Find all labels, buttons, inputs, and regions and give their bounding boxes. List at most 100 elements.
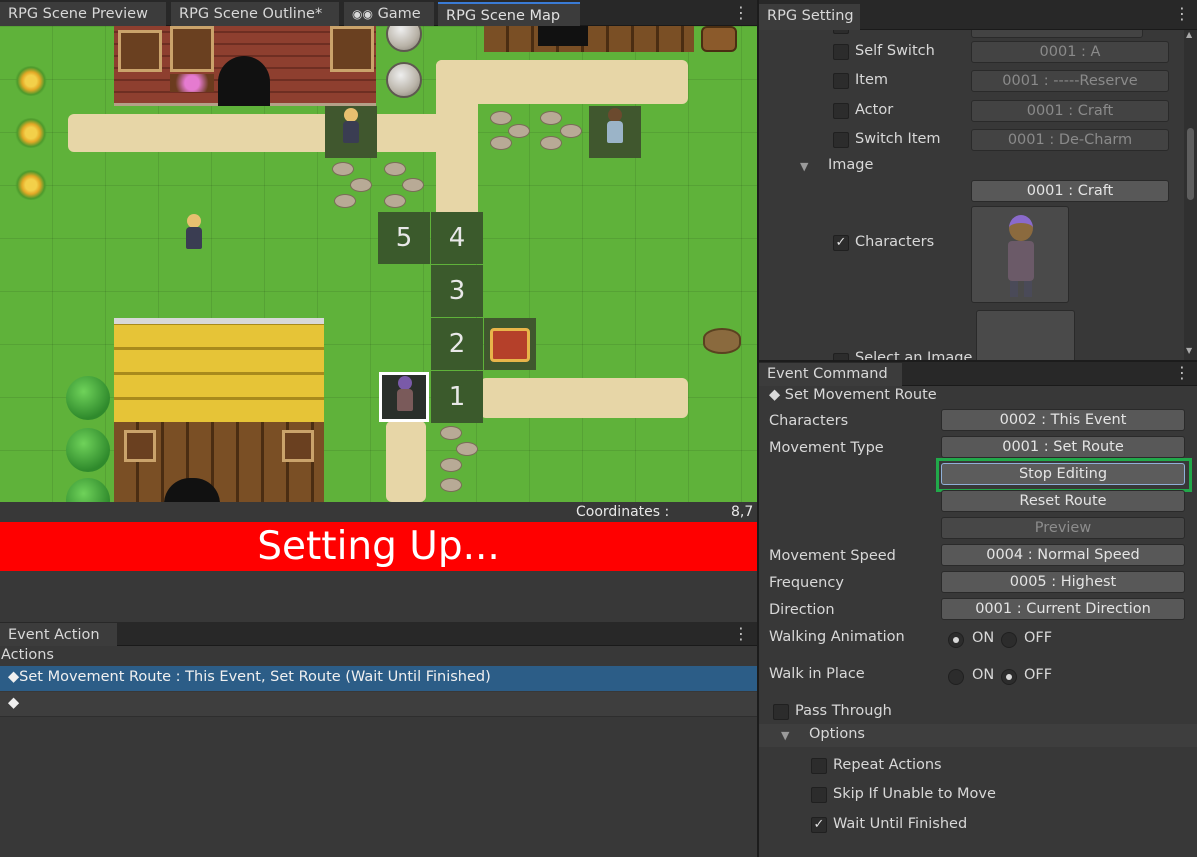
walking-animation-off-label: OFF (1024, 630, 1053, 646)
item-checkbox[interactable] (833, 73, 849, 89)
green-bush (66, 376, 110, 420)
flower-bush (14, 170, 48, 200)
route-step-3: 3 (431, 265, 483, 317)
rock (402, 178, 424, 192)
actor-field[interactable]: 0001 : Craft (971, 100, 1169, 122)
empty-image-slot[interactable] (976, 310, 1075, 360)
building-doorway (538, 26, 588, 46)
wait-until-finished-label: Wait Until Finished (833, 816, 968, 832)
more-options-icon[interactable]: ⋮ (1174, 363, 1190, 382)
repeat-actions-checkbox[interactable] (811, 758, 827, 774)
options-collapse-arrow-icon[interactable]: ▼ (781, 729, 789, 742)
characters-dropdown[interactable]: 0002 : This Event (941, 409, 1185, 431)
pass-through-label: Pass Through (795, 703, 892, 719)
walking-animation-on-radio[interactable] (948, 632, 964, 648)
actor-checkbox[interactable] (833, 103, 849, 119)
route-step-2: 2 (431, 318, 483, 370)
frequency-dropdown[interactable]: 0005 : Highest (941, 571, 1185, 593)
tab-rpg-setting-overlay[interactable]: RPG Setting (759, 4, 860, 30)
movement-type-dropdown[interactable]: 0001 : Set Route (941, 436, 1185, 458)
tab-event-command[interactable]: Event Command (759, 363, 902, 386)
stop-editing-button[interactable]: Stop Editing (941, 463, 1185, 485)
scroll-up-arrow-icon[interactable]: ▲ (1186, 30, 1192, 39)
rock (440, 478, 462, 492)
options-header[interactable]: ▼ Options (759, 724, 1197, 747)
image-value-field[interactable]: 0001 : Craft (971, 180, 1169, 202)
wait-until-finished-checkbox[interactable]: ✓ (811, 817, 827, 833)
green-bush (66, 428, 110, 472)
wood-building-top-right (484, 26, 694, 52)
setting-up-banner: Setting Up... (0, 522, 757, 571)
skip-if-unable-checkbox[interactable] (811, 787, 827, 803)
map-canvas[interactable]: 5 4 3 2 1 (0, 26, 757, 502)
flower-bush (14, 66, 48, 96)
character-portrait[interactable] (971, 206, 1069, 303)
gamepad-icon: ◉◉ (352, 7, 373, 21)
event-command-tabbar: Event Command ⋮ (759, 362, 1197, 386)
walk-in-place-off-radio[interactable] (1001, 669, 1017, 685)
tab-rpg-scene-map[interactable]: RPG Scene Map (438, 2, 580, 26)
reset-route-button[interactable]: Reset Route (941, 490, 1185, 512)
header-overlay: RPG Setting ⋮ (759, 0, 1197, 30)
route-step-5: 5 (378, 212, 430, 264)
action-row-empty[interactable]: ◆ (0, 692, 757, 717)
scrollbar-track[interactable]: ▲ ▼ (1184, 30, 1197, 360)
direction-label: Direction (769, 602, 835, 618)
player-character (183, 214, 205, 254)
movement-speed-dropdown[interactable]: 0004 : Normal Speed (941, 544, 1185, 566)
walk-in-place-on-radio[interactable] (948, 669, 964, 685)
direction-dropdown[interactable]: 0001 : Current Direction (941, 598, 1185, 620)
house-window (330, 26, 374, 72)
route-step-1: 1 (431, 371, 483, 423)
scrollbar-thumb[interactable] (1187, 128, 1194, 200)
walk-in-place-label: Walk in Place (769, 666, 865, 682)
rock (540, 111, 562, 125)
characters-checkbox[interactable]: ✓ (833, 235, 849, 251)
variables-row (759, 16, 1184, 38)
coordinates-value: 8,7 (731, 504, 754, 520)
left-tabbar: RPG Scene Preview RPG Scene Outline* ◉◉ … (0, 0, 757, 26)
skip-if-unable-label: Skip If Unable to Move (833, 786, 996, 802)
tab-event-action[interactable]: Event Action (0, 623, 117, 646)
tree-stump (703, 328, 741, 354)
rock (384, 194, 406, 208)
self-switch-label: Self Switch (855, 43, 935, 59)
dirt-path-vertical (436, 60, 478, 230)
self-switch-field[interactable]: 0001 : A (971, 41, 1169, 63)
pass-through-checkbox[interactable] (773, 704, 789, 720)
switch-item-checkbox[interactable] (833, 132, 849, 148)
rock (560, 124, 582, 138)
characters-label: Characters (769, 413, 849, 429)
house-window (282, 430, 314, 462)
scene-map-pane: RPG Scene Preview RPG Scene Outline* ◉◉ … (0, 0, 757, 621)
command-title: ◆ Set Movement Route (769, 387, 937, 403)
repeat-actions-label: Repeat Actions (833, 757, 942, 773)
more-options-icon[interactable]: ⋮ (1174, 4, 1190, 23)
tab-game-label: Game (377, 6, 421, 22)
collapse-arrow-icon[interactable]: ▼ (800, 160, 808, 173)
select-image-checkbox[interactable] (833, 353, 849, 360)
item-field[interactable]: 0001 : -----Reserve (971, 70, 1169, 92)
clay-pot (386, 62, 422, 98)
preview-button[interactable]: Preview (941, 517, 1185, 539)
more-options-icon[interactable]: ⋮ (733, 3, 749, 22)
house-door (218, 56, 270, 106)
rock (350, 178, 372, 192)
movement-speed-label: Movement Speed (769, 548, 896, 564)
action-row-selected[interactable]: ◆Set Movement Route : This Event, Set Ro… (0, 666, 757, 691)
dirt-path-horizontal-bottom (480, 378, 688, 418)
walking-animation-off-radio[interactable] (1001, 632, 1017, 648)
options-label: Options (809, 726, 865, 742)
tab-rpg-scene-outline[interactable]: RPG Scene Outline* (171, 2, 339, 26)
switch-item-label: Switch Item (855, 131, 941, 147)
tab-rpg-scene-preview[interactable]: RPG Scene Preview (0, 2, 166, 26)
scroll-down-arrow-icon[interactable]: ▼ (1186, 346, 1192, 355)
more-options-icon[interactable]: ⋮ (733, 624, 749, 643)
event-action-tabbar: Event Action ⋮ (0, 622, 757, 646)
switch-item-field[interactable]: 0001 : De-Charm (971, 129, 1169, 151)
rock (508, 124, 530, 138)
characters-label: Characters (855, 234, 935, 250)
self-switch-checkbox[interactable] (833, 44, 849, 60)
tab-game[interactable]: ◉◉ Game (344, 2, 434, 26)
rpg-setting-pane: RPG Setting ⋮ RPG Setting ⋮ Self Switch … (759, 0, 1197, 360)
